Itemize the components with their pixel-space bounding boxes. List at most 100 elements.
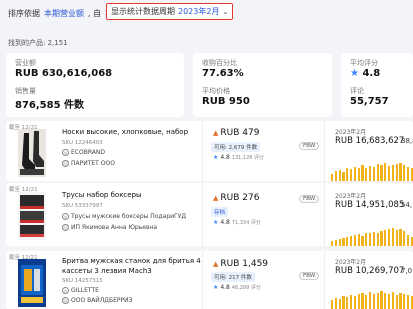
sparkline-bar <box>342 237 345 246</box>
revenue-column: 2023年2月 RUB 10,269,707 7,0 <box>324 251 413 309</box>
sparkline-bar <box>331 173 334 181</box>
price-trend-icon: ▲ <box>213 260 219 268</box>
product-price: ▲ RUB 479 <box>213 128 259 138</box>
product-sku: SKU 53337997 <box>62 203 103 209</box>
sparkline-bar <box>361 164 364 181</box>
sparkline-bar <box>395 294 398 309</box>
price-column: ▲ RUB 276 存档 ★ 4.8 71,334 评分 FBW <box>202 183 320 246</box>
revenue-month: 2023年2月 <box>335 193 367 200</box>
avgrating-label: 平均评分 <box>350 59 378 67</box>
found-count: 找到的产品: 2,151 <box>8 39 68 47</box>
price-column: ▲ RUB 479 可用: 2,679 件数 FBW ★ 4.8 131,128 … <box>202 121 320 181</box>
rating-value: 4.8 <box>220 219 230 226</box>
price-trend-icon: ▲ <box>213 194 219 202</box>
price-value: RUB 479 <box>220 128 260 138</box>
revenue-amount: RUB 10,269,707 <box>335 266 405 276</box>
product-title-line2[interactable]: кассеты 3 лезвия Mach3 <box>62 267 152 275</box>
sparkline-bar <box>395 229 398 246</box>
sparkline-bar <box>376 163 379 181</box>
seller-icon: ☺ <box>62 297 69 304</box>
sparkline-bar <box>349 294 353 309</box>
revenue-sparkline <box>331 228 413 246</box>
sparkline-bar <box>395 163 398 181</box>
sparkline-bar <box>365 233 368 246</box>
product-sku: SKU 12246403 <box>62 140 103 146</box>
sort-dropdown[interactable]: 本期营业额 <box>44 8 84 19</box>
sparkline-bar <box>406 235 410 246</box>
availability-badge: 可用: 217 件数 <box>211 272 255 282</box>
seller-icon: ☺ <box>62 160 69 167</box>
product-price: ▲ RUB 276 <box>213 193 259 203</box>
revenue-sparkline <box>331 291 413 309</box>
stat-card-share: 收购百分比 77.63% 平均价格 RUB 950 <box>193 53 332 117</box>
period-selector[interactable]: 显示统计数据周期 2023年2月 ⌄ <box>106 3 234 20</box>
product-brand[interactable]: ◎ GILLETTE <box>62 287 99 294</box>
seller-icon: ☺ <box>62 224 69 231</box>
sparkline-bar <box>342 172 345 181</box>
sparkline-bar <box>365 294 368 309</box>
product-card[interactable]: 截至 12/21 Носки высокие, хлопковые, набор… <box>6 121 413 181</box>
avgprice-label: 平均价格 <box>202 87 230 95</box>
product-title[interactable]: Трусы набор боксеры <box>62 191 142 199</box>
product-image[interactable] <box>18 192 46 240</box>
product-card[interactable]: 截至 12/21 Бритва мужская станок для брить… <box>6 251 413 309</box>
product-card[interactable]: 截至 12/21 Трусы набор боксеры SKU 5333799… <box>6 183 413 246</box>
fbw-badge: FBW <box>299 272 320 280</box>
product-brand[interactable]: ◎ ECOBRAND <box>62 149 105 156</box>
product-seller[interactable]: ☺ ООО ВАЙЛДБЕРРИЗ <box>62 297 132 304</box>
revenue-month: 2023年2月 <box>335 259 367 266</box>
sparkline-bar <box>372 166 376 181</box>
sparkline-bar <box>334 298 338 309</box>
sparkline-bar <box>387 165 391 181</box>
sparkline-bar <box>338 238 341 246</box>
fbw-badge: FBW <box>299 142 320 150</box>
seller-name: ООО ВАЙЛДБЕРРИЗ <box>71 297 133 304</box>
stat-card-revenue: 营业额 RUB 630,616,068 销售量 876,585 件数 <box>6 53 184 117</box>
sparkline-bar <box>380 291 383 309</box>
star-icon: ★ <box>213 284 219 291</box>
sparkline-bar <box>380 230 383 246</box>
sparkline-bar <box>368 165 372 181</box>
sparkline-bar <box>384 229 387 246</box>
sparkline-bar <box>353 235 357 246</box>
avgrating-value: ★ 4.8 <box>350 68 380 79</box>
revenue-label: 营业额 <box>15 59 36 67</box>
sparkline-bar <box>399 292 402 309</box>
sparkline-bar <box>334 171 338 181</box>
revenue-value: RUB 630,616,068 <box>15 68 113 79</box>
sparkline-bar <box>391 228 395 246</box>
brand-icon: ◎ <box>62 287 69 294</box>
product-seller[interactable]: ☺ ПАРИТЕТ ООО <box>62 160 115 167</box>
product-brand[interactable]: ◎ Трусы мужские боксеры ПодариГУД <box>62 213 186 220</box>
sparkline-bar <box>338 299 341 309</box>
sparkline-bar <box>387 293 391 309</box>
brand-name: ECOBRAND <box>71 149 105 156</box>
sparkline-bar <box>349 236 353 246</box>
revenue-column: 2023年2月 RUB 14,951,085 54,1 <box>324 183 413 246</box>
avgprice-value: RUB 950 <box>202 96 250 107</box>
product-price: ▲ RUB 1,459 <box>213 259 268 269</box>
sales-extra: 54,1 <box>401 201 413 209</box>
product-image[interactable] <box>18 259 46 307</box>
sales-value: 876,585 件数 <box>15 100 85 111</box>
product-seller[interactable]: ☺ ИП Якимова Анна Юрьевна <box>62 224 157 231</box>
sparkline-bar <box>384 163 387 181</box>
sparkline-bar <box>342 296 345 309</box>
revenue-amount: RUB 16,683,627 <box>335 136 405 146</box>
sparkline-bar <box>331 240 334 246</box>
product-title[interactable]: Носки высокие, хлопковые, набор <box>62 128 188 136</box>
product-title-line1[interactable]: Бритва мужская станок для бритья 4 <box>62 257 201 265</box>
sparkline-bar <box>387 228 391 246</box>
sparkline-bar <box>368 291 372 309</box>
sparkline-bar <box>399 228 402 246</box>
product-image[interactable] <box>18 129 46 177</box>
sparkline-bar <box>346 237 349 246</box>
sparkline-bar <box>376 292 379 309</box>
sparkline-bar <box>391 164 395 181</box>
sparkline-bar <box>365 168 368 181</box>
sparkline-bar <box>331 300 334 309</box>
sparkline-bar <box>353 166 357 181</box>
brand-name: GILLETTE <box>71 287 99 294</box>
star-icon: ★ <box>350 68 363 79</box>
sales-label: 销售量 <box>15 87 36 95</box>
